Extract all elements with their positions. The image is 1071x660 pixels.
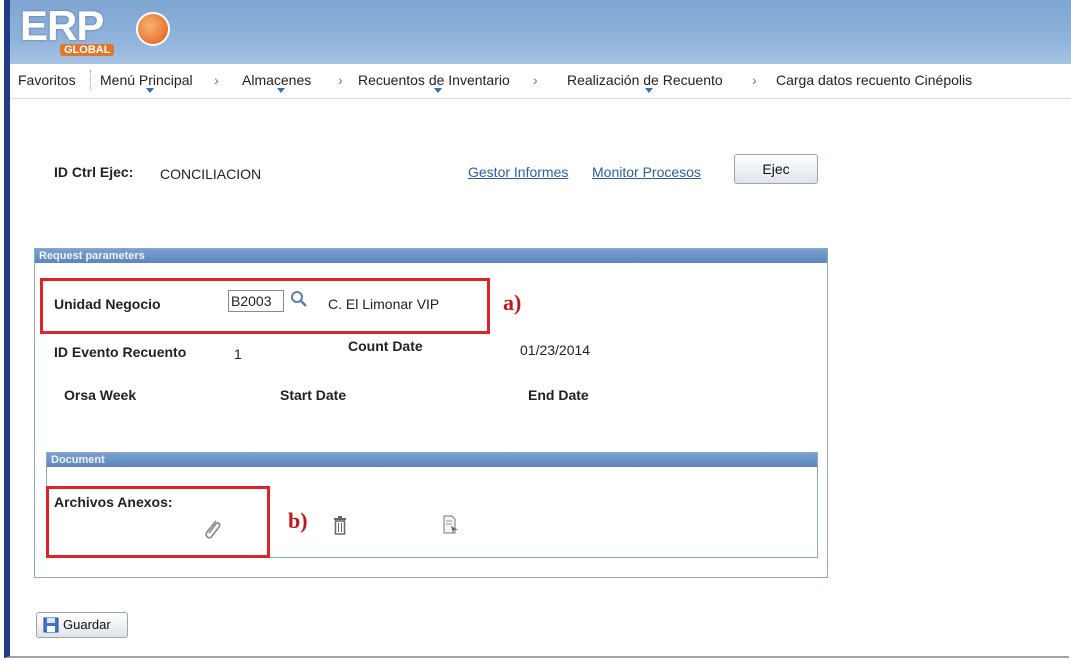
run-control-label: ID Ctrl Ejec:: [54, 164, 134, 180]
paperclip-icon[interactable]: [202, 518, 222, 540]
breadcrumb-separator: ›: [214, 72, 219, 88]
nav-carga-datos[interactable]: Carga datos recuento Cinépolis: [776, 72, 972, 88]
report-manager-link[interactable]: Gestor Informes: [468, 164, 568, 180]
orsa-week-label: Orsa Week: [64, 387, 137, 403]
nav-label: Almacenes: [242, 72, 312, 88]
trash-icon[interactable]: [333, 516, 347, 536]
breadcrumb-separator: ›: [533, 72, 538, 88]
nav-menu-principal[interactable]: Menú Principal: [100, 72, 193, 93]
logo-text: ERP: [20, 2, 104, 49]
save-button[interactable]: Guardar: [36, 612, 128, 638]
nav-realizacion-recuento[interactable]: Realización de Recuento: [567, 72, 723, 93]
count-date-label: Count Date: [348, 338, 423, 354]
header-banner: ERP GLOBAL: [10, 0, 1071, 64]
nav-recuentos-inventario[interactable]: Recuentos de Inventario: [358, 72, 510, 93]
annotation-label-a: a): [503, 290, 522, 315]
chevron-down-icon: [644, 88, 653, 93]
process-monitor-link[interactable]: Monitor Procesos: [592, 164, 701, 180]
breadcrumb-separator: ›: [752, 72, 757, 88]
save-icon: [43, 617, 59, 633]
globe-icon: [136, 12, 170, 46]
start-date-label: Start Date: [280, 387, 347, 403]
nav-favoritos[interactable]: Favoritos: [18, 72, 76, 88]
nav-divider: [90, 70, 92, 90]
chevron-down-icon: [146, 88, 155, 93]
nav-label: Menú Principal: [100, 72, 193, 88]
nav-label: Realización de Recuento: [567, 72, 723, 88]
end-date-label: End Date: [528, 387, 589, 403]
document-header: Document: [47, 453, 817, 467]
erp-logo: ERP GLOBAL: [20, 2, 180, 62]
chevron-down-icon: [276, 88, 285, 93]
request-parameters-header: Request parameters: [35, 249, 827, 263]
event-id-label: ID Evento Recuento: [54, 344, 187, 360]
count-date-value: 01/23/2014: [520, 342, 591, 358]
breadcrumb-separator: ›: [338, 72, 343, 88]
document-view-icon[interactable]: [442, 515, 460, 535]
attachments-label: Archivos Anexos:: [54, 494, 173, 510]
magnifier-icon[interactable]: [290, 290, 308, 308]
event-id-value: 1: [234, 346, 242, 362]
business-unit-label: Unidad Negocio: [54, 296, 161, 312]
chevron-down-icon: [433, 88, 442, 93]
business-unit-description: C. El Limonar VIP: [328, 296, 440, 312]
run-button[interactable]: Ejec: [734, 154, 818, 184]
business-unit-input[interactable]: B2003: [228, 290, 284, 312]
breadcrumb: Favoritos Menú Principal › Almacenes › R…: [10, 64, 1071, 99]
nav-label: Recuentos de Inventario: [358, 72, 510, 88]
save-button-label: Guardar: [63, 617, 111, 632]
logo-subtext: GLOBAL: [60, 44, 115, 56]
nav-almacenes[interactable]: Almacenes: [242, 72, 312, 93]
annotation-label-b: b): [288, 508, 308, 533]
run-control-value: CONCILIACION: [160, 166, 262, 182]
